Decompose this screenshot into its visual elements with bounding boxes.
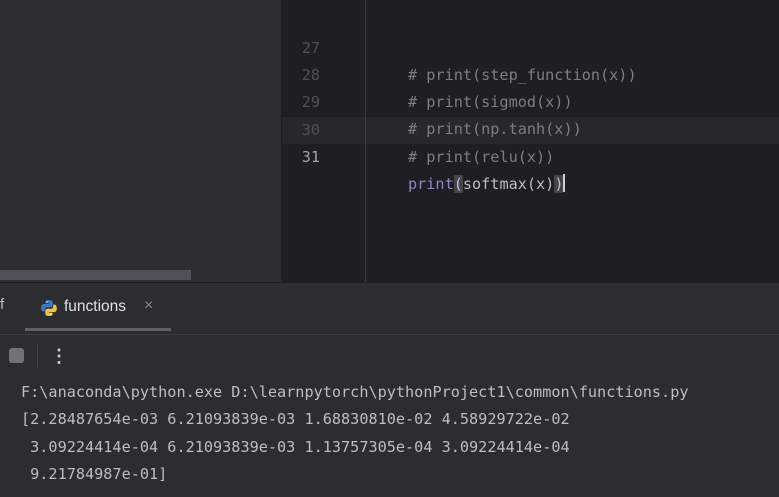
matched-paren: ) [554,175,564,193]
active-tab-indicator [25,328,171,331]
code-line[interactable]: 29 # print(np.tanh(x)) [282,62,779,138]
tab-functions[interactable]: functions × [25,285,171,331]
code-statement[interactable]: print(softmax(x)) [408,171,566,198]
python-icon [41,300,57,316]
code-line[interactable]: 28 # print(sigmod(x)) [282,35,779,111]
toolbar-separator [37,344,38,368]
console-line: [2.28487654e-03 6.21093839e-03 1.6883081… [21,410,570,428]
console-line: 9.21784987e-01] [21,465,168,483]
more-options-icon[interactable]: ⋮ [50,343,68,369]
project-pane [0,0,281,282]
call-argument: softmax(x) [462,175,555,193]
text-caret [563,174,566,192]
code-line-current[interactable]: 31 print(softmax(x)) [282,117,779,193]
stop-icon[interactable] [9,348,24,363]
tab-label: functions [64,298,127,315]
horizontal-scrollbar[interactable] [0,270,191,280]
close-icon[interactable]: × [144,297,153,315]
builtin-function: print [408,175,454,193]
code-comment[interactable]: # print(relu(x)) [408,144,554,171]
matched-paren: ( [453,175,463,193]
line-number: 31 [301,148,320,166]
console-line: 3.09224414e-04 6.21093839e-03 1.13757305… [21,438,570,456]
code-line[interactable]: 30 # print(relu(x)) [282,90,779,166]
run-toolbar: ⋮ [0,334,779,377]
console-line: F:\anaconda\python.exe D:\learnpytorch\p… [21,383,689,401]
console-output[interactable]: F:\anaconda\python.exe D:\learnpytorch\p… [0,377,779,497]
tab-truncated[interactable]: f [0,296,4,313]
code-line[interactable]: 27 # print(step_function(x)) [282,8,779,84]
